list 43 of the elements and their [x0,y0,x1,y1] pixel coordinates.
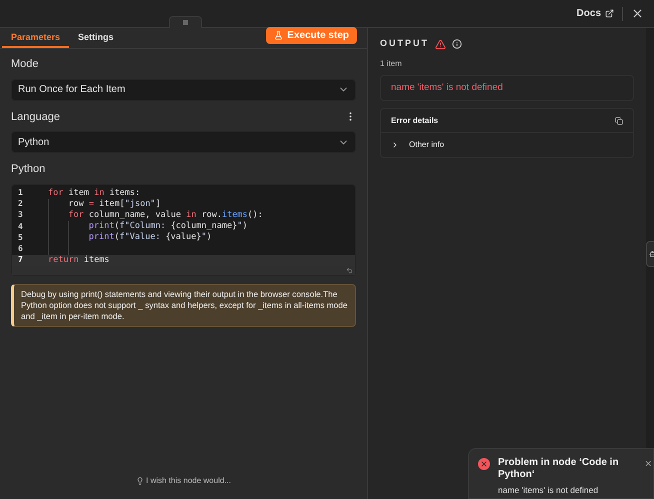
code-line: print(f"Value: {value}") [88,231,212,244]
tab[interactable]: Parameters [2,29,70,48]
details-title: Error details [391,114,438,126]
item-count: 1 item [380,58,403,70]
field-label: Python [11,162,46,177]
code-line: row = item["json"] [68,198,161,210]
error-icon [478,458,490,470]
resize-icon[interactable] [346,266,353,274]
notice-box: Debug by using print() statements and viewing their output in the browser console.The Python option does not support _ syntax and helpers, except for _items in all-items mode and _item in per-item mode. [11,284,356,327]
code-line: for column_name, value in row.items(): [68,209,263,222]
code-editor[interactable]: 1 for item in items: 2 row = item["json"] 3 for column_name, value in row.items(): 4 print(f"Column: {column_name}") 5 print(f"Value: {value}") 6 7 return items [11,184,356,276]
line-number: 3 [17,209,24,222]
line-number: 1 [17,187,24,200]
output-title: OUTPUT [380,37,429,50]
code-line: print(f"Column: {column_name}") [88,220,248,232]
line-number: 5 [17,232,24,244]
docs-link[interactable]: Docs [576,6,614,21]
lightbulb-icon [136,477,144,485]
error-card: name 'items' is not defined [380,75,634,101]
line-number: 4 [17,220,24,233]
tab[interactable]: Settings [69,29,123,48]
line-number: 6 [17,243,24,256]
other-info-toggle[interactable]: Other info [381,133,454,157]
toast-title: Problem in node ‘Code in Python‘ [498,457,620,481]
toast-message: name 'items' is not defined [498,484,600,497]
feedback-link[interactable]: I wish this node would... [136,475,231,487]
code-line: for item in items: [48,186,140,200]
warning-icon [435,38,446,50]
line-number: 2 [17,198,24,210]
external-link-icon [605,9,614,18]
line-number: 7 [17,254,24,266]
field-label: Language [11,110,60,124]
close-icon[interactable] [644,459,653,468]
code-line: return items [48,254,110,267]
mode-select[interactable]: Run Once for Each Item [11,78,356,100]
close-icon[interactable] [631,7,644,20]
copy-icon[interactable] [615,116,623,124]
info-icon[interactable] [452,39,462,49]
flask-icon [274,31,284,40]
drag-handle[interactable] [169,16,202,28]
field-label: Mode [11,57,39,72]
chevron-icon [391,141,399,149]
language-select[interactable]: Python [11,131,356,153]
